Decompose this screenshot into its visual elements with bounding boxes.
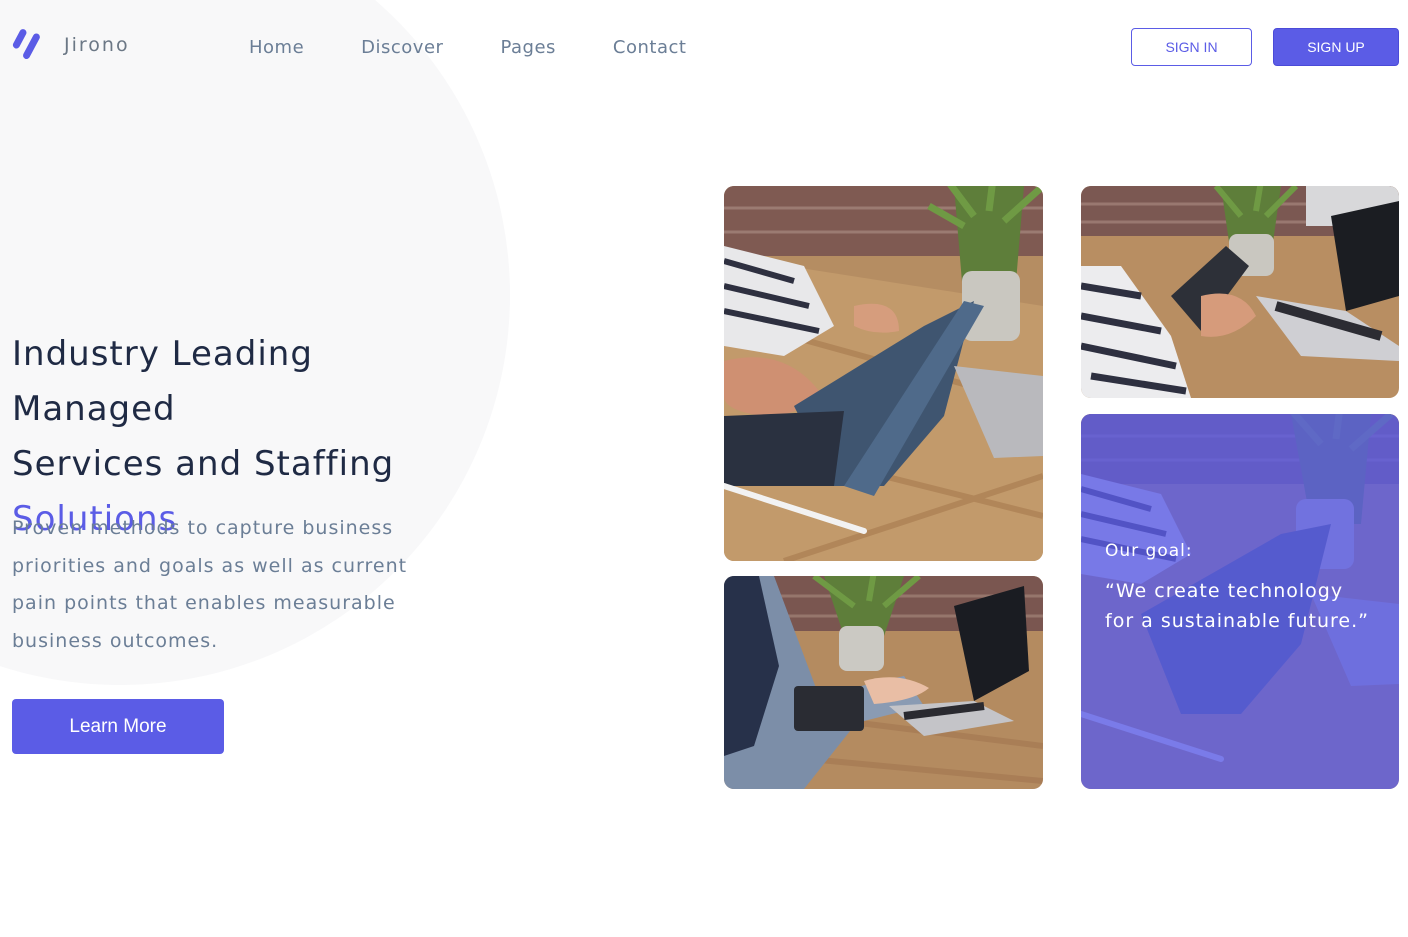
nav-home[interactable]: Home bbox=[249, 37, 304, 58]
goal-quote: “We create technology for a sustainable … bbox=[1105, 580, 1370, 632]
hero-description: Proven methods to capture business prior… bbox=[12, 517, 408, 652]
photo-tablet-desk bbox=[724, 186, 1043, 561]
nav-discover[interactable]: Discover bbox=[361, 37, 443, 58]
nav-contact[interactable]: Contact bbox=[613, 37, 687, 58]
goal-card: Our goal: “We create technology for a su… bbox=[1081, 414, 1399, 789]
sign-up-button[interactable]: SIGN UP bbox=[1273, 28, 1399, 66]
goal-label: Our goal: bbox=[1105, 541, 1193, 561]
learn-more-button[interactable]: Learn More bbox=[12, 699, 224, 754]
goal-content: Our goal: “We create technology for a su… bbox=[1105, 541, 1379, 636]
landing-page: Jirono Home Discover Pages Contact SIGN … bbox=[0, 0, 1408, 937]
hero-title-line-1: Industry Leading Managed bbox=[12, 334, 313, 429]
logo[interactable]: Jirono bbox=[11, 29, 130, 61]
sign-in-button[interactable]: SIGN IN bbox=[1131, 28, 1252, 66]
photo-tablet-laptop bbox=[1081, 186, 1399, 398]
slashes-logo-icon bbox=[11, 29, 47, 61]
main-nav: Home Discover Pages Contact bbox=[249, 37, 743, 58]
hero-title-line-2: Services and Staffing bbox=[12, 444, 395, 484]
photo-laptop-person bbox=[724, 576, 1043, 789]
nav-pages[interactable]: Pages bbox=[500, 37, 555, 58]
brand-name: Jirono bbox=[64, 34, 130, 56]
